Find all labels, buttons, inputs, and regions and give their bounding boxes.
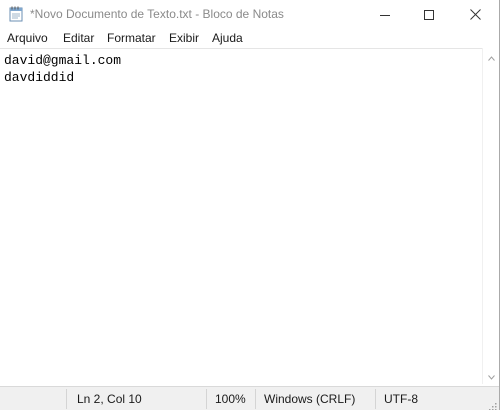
editor-line: davdiddid xyxy=(4,70,75,85)
menu-ajuda[interactable]: Ajuda xyxy=(212,31,243,46)
status-divider xyxy=(66,389,67,409)
resize-grip-icon[interactable] xyxy=(487,398,497,410)
close-button[interactable] xyxy=(452,0,498,29)
close-icon xyxy=(469,9,481,20)
notepad-icon xyxy=(9,6,23,22)
menu-arquivo[interactable]: Arquivo xyxy=(7,31,48,46)
title-bar[interactable]: *Novo Documento de Texto.txt - Bloco de … xyxy=(0,0,499,29)
window-title: *Novo Documento de Texto.txt - Bloco de … xyxy=(30,7,284,21)
menu-exibir[interactable]: Exibir xyxy=(169,31,199,46)
status-divider xyxy=(206,389,207,409)
scroll-up-arrow-icon xyxy=(487,48,495,66)
scroll-up-button[interactable] xyxy=(483,48,499,65)
maximize-button[interactable] xyxy=(406,0,452,29)
minimize-icon xyxy=(380,10,390,20)
status-cursor-position: Ln 2, Col 10 xyxy=(77,392,142,406)
minimize-button[interactable] xyxy=(362,0,408,29)
status-line-ending: Windows (CRLF) xyxy=(264,392,356,406)
menu-bar: Arquivo Editar Formatar Exibir Ajuda xyxy=(0,29,499,48)
text-editor[interactable]: david@gmail.com davdiddid xyxy=(0,48,482,384)
menu-formatar[interactable]: Formatar xyxy=(107,31,156,46)
status-divider xyxy=(255,389,256,409)
menu-editar[interactable]: Editar xyxy=(63,31,94,46)
status-bar: Ln 2, Col 10 100% Windows (CRLF) UTF-8 xyxy=(0,386,499,410)
scroll-down-button[interactable] xyxy=(483,367,499,384)
status-divider xyxy=(375,389,376,409)
status-zoom: 100% xyxy=(215,392,246,406)
notepad-window: *Novo Documento de Texto.txt - Bloco de … xyxy=(0,0,500,410)
scroll-down-arrow-icon xyxy=(487,367,495,385)
editor-line: david@gmail.com xyxy=(4,53,122,68)
status-encoding: UTF-8 xyxy=(384,392,418,406)
vertical-scrollbar[interactable] xyxy=(482,48,499,384)
maximize-icon xyxy=(424,9,434,20)
